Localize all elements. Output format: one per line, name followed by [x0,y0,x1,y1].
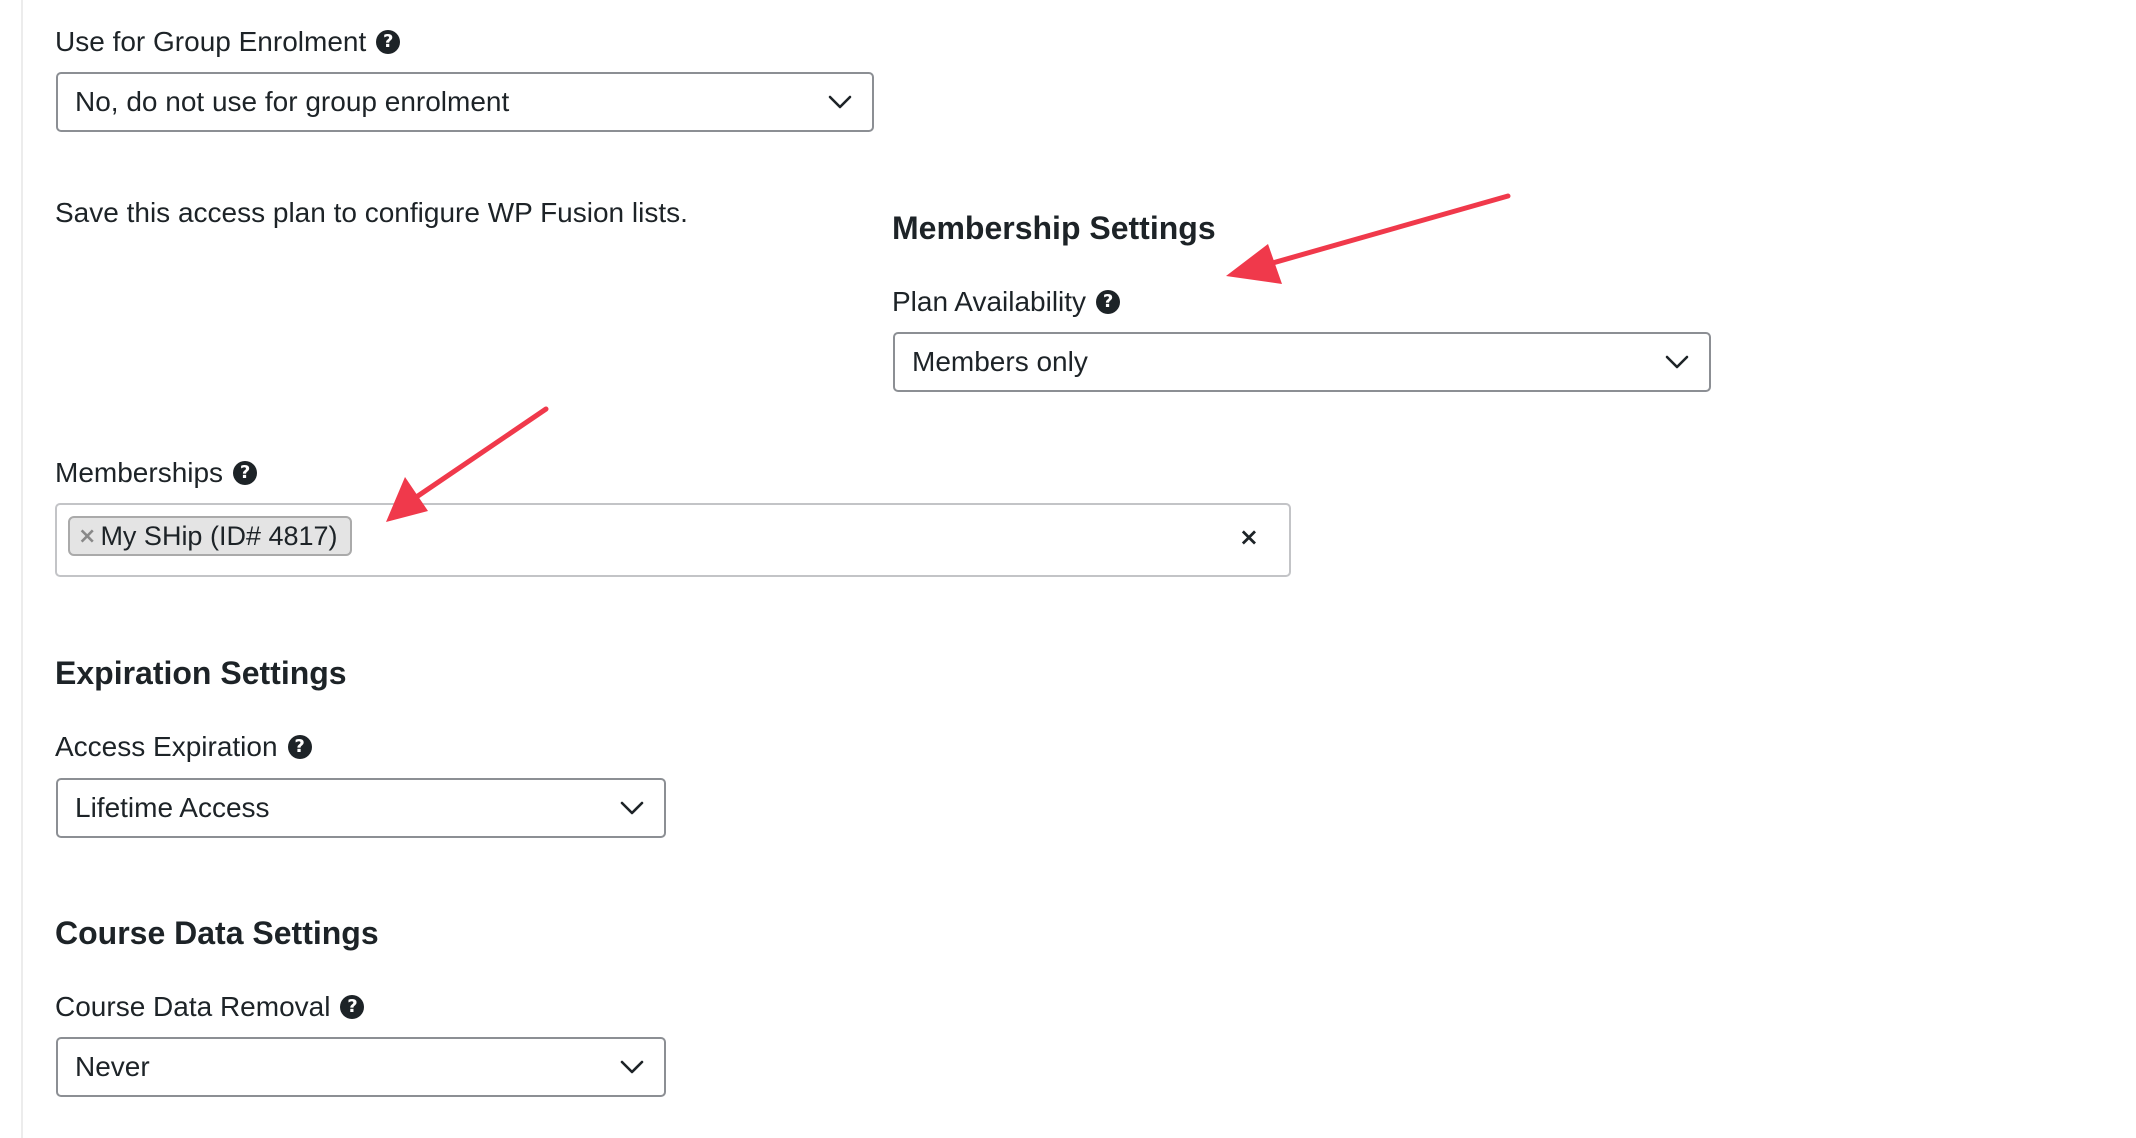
plan-availability-label-text: Plan Availability [892,286,1087,317]
memberships-label: Memberships ? [55,456,258,490]
memberships-multiselect[interactable]: × My SHip (ID# 4817) × [55,503,1291,577]
token-remove-icon[interactable]: × [78,524,96,549]
help-icon[interactable]: ? [233,461,258,485]
chevron-down-icon [620,801,644,815]
plan-availability-value: Members only [912,346,1088,377]
membership-settings-heading: Membership Settings [892,210,1216,246]
help-icon[interactable]: ? [287,735,312,759]
help-icon[interactable]: ? [340,995,365,1019]
annotation-arrow-membership-settings [1226,193,1511,284]
access-plan-settings: Use for Group Enrolment ? No, do not use… [0,0,2136,1138]
membership-token-label: My SHip (ID# 4817) [100,520,338,551]
chevron-down-icon [828,95,852,109]
course-data-removal-value: Never [75,1051,150,1082]
group-enrolment-select[interactable]: No, do not use for group enrolment [56,72,874,132]
access-expiration-label: Access Expiration ? [55,730,312,764]
clear-selection-icon[interactable]: × [1239,523,1259,551]
expiration-settings-heading: Expiration Settings [55,655,347,691]
course-data-settings-heading: Course Data Settings [55,915,379,951]
group-enrolment-label-text: Use for Group Enrolment [55,26,367,57]
memberships-label-text: Memberships [55,457,224,488]
group-enrolment-label: Use for Group Enrolment ? [55,25,401,59]
help-icon[interactable]: ? [376,30,401,54]
wp-fusion-note: Save this access plan to configure WP Fu… [55,197,688,228]
access-expiration-label-text: Access Expiration [55,731,278,762]
course-data-removal-select[interactable]: Never [56,1037,666,1097]
group-enrolment-value: No, do not use for group enrolment [75,86,510,117]
chevron-down-icon [1665,355,1689,369]
help-icon[interactable]: ? [1096,290,1121,314]
access-expiration-value: Lifetime Access [75,792,270,823]
membership-token: × My SHip (ID# 4817) [68,516,352,556]
plan-availability-label: Plan Availability ? [892,285,1121,319]
course-data-removal-label: Course Data Removal ? [55,990,365,1024]
chevron-down-icon [620,1060,644,1074]
course-data-removal-label-text: Course Data Removal [55,991,331,1022]
plan-availability-select[interactable]: Members only [893,332,1711,392]
left-divider [21,0,23,1138]
access-expiration-select[interactable]: Lifetime Access [56,778,666,838]
